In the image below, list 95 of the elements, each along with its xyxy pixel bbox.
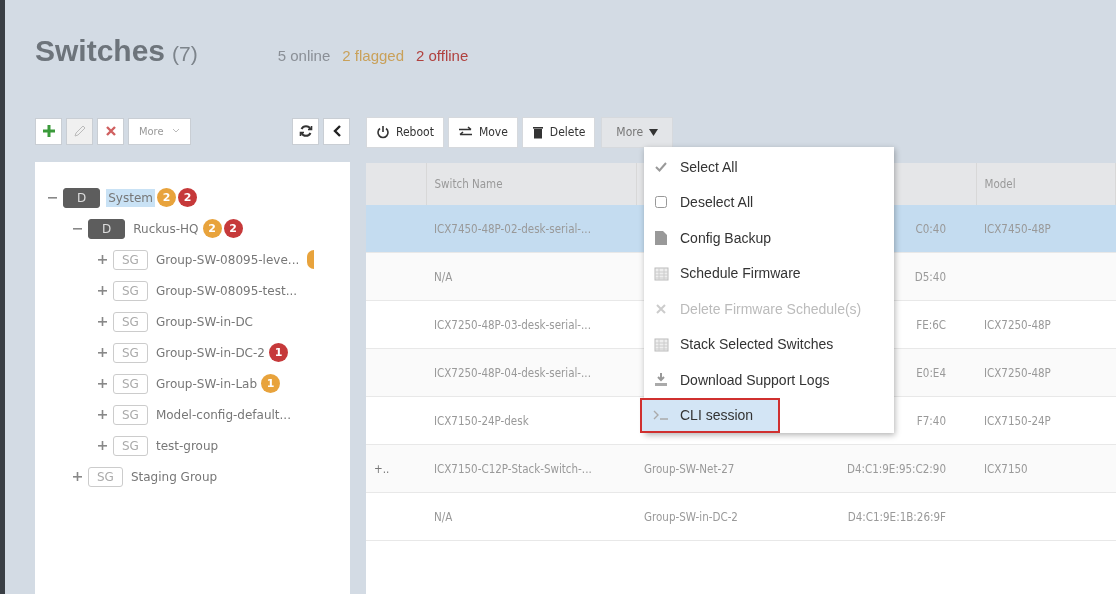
calendar-icon bbox=[653, 265, 669, 281]
count-badge: 1 bbox=[268, 343, 288, 362]
node-type-tag: SG bbox=[113, 249, 148, 270]
terminal-icon bbox=[653, 409, 669, 422]
count-badge: 2 bbox=[202, 219, 222, 238]
tree-item[interactable]: System bbox=[106, 188, 155, 207]
close-icon bbox=[104, 125, 117, 137]
close-icon bbox=[655, 302, 667, 315]
table-cell: Group-SW-in-DC-2 bbox=[644, 509, 738, 524]
plus-icon[interactable] bbox=[97, 441, 107, 450]
trash-icon bbox=[531, 125, 544, 139]
node-type-tag: D bbox=[88, 218, 126, 239]
download-icon bbox=[654, 372, 668, 388]
table-cell: ICX7150 bbox=[984, 461, 1028, 476]
document-icon bbox=[654, 229, 668, 246]
node-type-tag: D bbox=[63, 187, 101, 208]
plus-icon[interactable] bbox=[97, 379, 107, 388]
chevron-down-icon bbox=[171, 128, 180, 134]
table-cell: N/A bbox=[434, 509, 453, 524]
table-cell: F7:40 bbox=[916, 413, 946, 428]
refresh-icon bbox=[298, 124, 313, 138]
refresh-button[interactable] bbox=[292, 117, 319, 145]
count-badge: 2 bbox=[223, 219, 243, 238]
plus-icon bbox=[41, 124, 56, 138]
node-type-tag: SG bbox=[113, 373, 148, 394]
tree-item[interactable]: Staging Group bbox=[128, 467, 220, 486]
menu-item[interactable]: Select All bbox=[644, 149, 894, 185]
tree-item[interactable]: Group-SW-in-Lab bbox=[153, 374, 260, 393]
plus-icon[interactable] bbox=[97, 348, 107, 357]
table-cell: N/A bbox=[434, 269, 453, 284]
table-cell: ICX7250-48P-03-desk-serial-... bbox=[434, 317, 591, 332]
plus-icon[interactable] bbox=[97, 286, 107, 295]
move-button[interactable]: Move bbox=[447, 116, 518, 148]
reboot-button[interactable]: Reboot bbox=[366, 116, 444, 148]
delete-button[interactable] bbox=[97, 117, 124, 145]
table-cell: ICX7250-48P bbox=[984, 365, 1051, 380]
table-cell: ICX7250-48P-04-desk-serial-... bbox=[434, 365, 591, 380]
table-row[interactable]: N/A Group-SW-in-DC-2 D4:C1:9E:1B:26:9F bbox=[366, 492, 1116, 541]
table-cell: ICX7450-48P bbox=[984, 221, 1051, 236]
count-badge: 1 bbox=[261, 374, 281, 393]
table-cell: D4:C1:9E:1B:26:9F bbox=[847, 509, 946, 524]
menu-item[interactable]: Stack Selected Switches bbox=[644, 326, 894, 362]
menu-item[interactable]: CLI session bbox=[640, 397, 780, 433]
table-cell: ICX7250-48P bbox=[984, 317, 1051, 332]
switch-count: (7) bbox=[172, 42, 198, 66]
table-cell: E0:E4 bbox=[916, 365, 946, 380]
status-count[interactable]: 2 offline bbox=[416, 47, 469, 64]
delete-button[interactable]: Delete bbox=[521, 116, 596, 148]
table-cell: D5:40 bbox=[914, 269, 946, 284]
status-count[interactable]: 5 online bbox=[277, 47, 331, 64]
tree-item[interactable]: Group-SW-in-DC bbox=[153, 312, 255, 331]
checkbox-icon bbox=[654, 195, 668, 210]
tree-item[interactable]: Group-SW-in-DC-2 bbox=[153, 343, 267, 362]
plus-icon[interactable] bbox=[97, 410, 107, 419]
pencil-icon bbox=[72, 124, 87, 138]
table-cell: ICX7450-48P-02-desk-serial-... bbox=[434, 221, 591, 236]
node-type-tag: SG bbox=[113, 280, 148, 301]
node-type-tag: SG bbox=[88, 466, 123, 487]
table-cell: D4:C1:9E:95:C2:90 bbox=[846, 461, 946, 476]
tree-item[interactable]: Group-SW-08095-test... bbox=[153, 281, 300, 300]
table-cell: ICX7150-24P bbox=[984, 413, 1051, 428]
table-cell: C0:40 bbox=[915, 221, 946, 236]
collapse-panel-button[interactable] bbox=[323, 117, 350, 145]
add-button[interactable] bbox=[35, 117, 62, 145]
plus-icon[interactable] bbox=[72, 472, 82, 481]
expand-toggle[interactable]: +.. bbox=[374, 461, 390, 476]
table-cell: Group-SW-Net-27 bbox=[644, 461, 735, 476]
chevron-left-icon bbox=[331, 124, 342, 138]
plus-icon[interactable] bbox=[97, 255, 107, 264]
more-dropdown[interactable]: More bbox=[128, 117, 191, 145]
node-type-tag: SG bbox=[113, 404, 148, 425]
calendar-icon bbox=[653, 336, 669, 352]
caret-down-icon bbox=[649, 128, 659, 136]
menu-item[interactable]: Download Support Logs bbox=[644, 362, 894, 398]
table-cell: FE:6C bbox=[916, 317, 946, 332]
menu-item[interactable]: Deselect All bbox=[644, 184, 894, 220]
more-menu-button[interactable]: More bbox=[601, 116, 674, 148]
table-row[interactable]: +.. ICX7150-C12P-Stack-Switch-... Group-SW-Net-27 D4:C1:9E:95:C2:90 ICX7150 bbox=[366, 444, 1116, 493]
menu-item[interactable]: Schedule Firmware bbox=[644, 255, 894, 291]
arrows-icon bbox=[457, 126, 473, 138]
table-cell: ICX7150-24P-desk bbox=[434, 413, 529, 428]
menu-item[interactable]: Config Backup bbox=[644, 220, 894, 256]
node-type-tag: SG bbox=[113, 435, 148, 456]
count-badge: 2 bbox=[178, 188, 197, 207]
tree-item[interactable]: Ruckus-HQ bbox=[131, 219, 201, 238]
table-cell: ICX7150-C12P-Stack-Switch-... bbox=[434, 461, 592, 476]
node-type-tag: SG bbox=[113, 311, 148, 332]
tree-item[interactable]: Group-SW-08095-leve... bbox=[153, 250, 302, 269]
tree-item[interactable]: Model-config-default... bbox=[153, 405, 293, 424]
page-title: Switches bbox=[35, 34, 166, 68]
count-badge: 2 bbox=[157, 188, 176, 207]
power-icon bbox=[376, 125, 390, 139]
plus-icon[interactable] bbox=[97, 317, 107, 326]
node-type-tag: SG bbox=[113, 342, 148, 363]
tree-item[interactable]: test-group bbox=[153, 436, 221, 455]
